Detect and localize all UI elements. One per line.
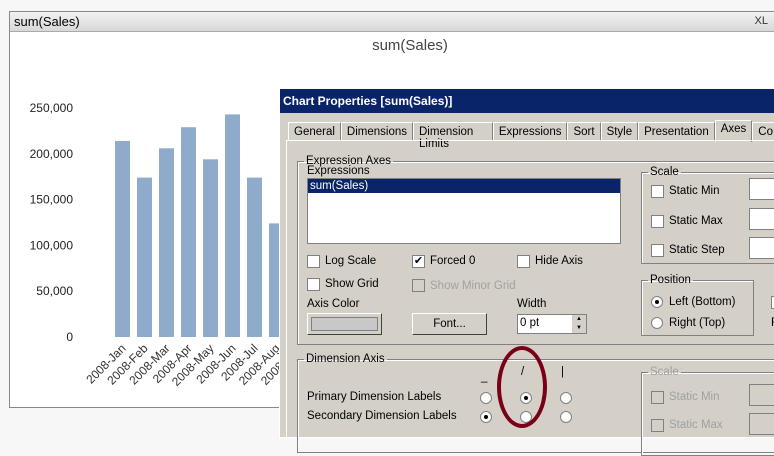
show-grid-checkbox[interactable] bbox=[307, 278, 320, 291]
show-minor-grid-checkbox[interactable] bbox=[412, 279, 425, 292]
static-max-label: Static Max bbox=[669, 215, 723, 227]
static-step-label: Static Step bbox=[669, 244, 725, 256]
expr-scale-legend: Scale bbox=[650, 166, 679, 178]
highlight-annotation-oval bbox=[497, 346, 547, 428]
static-min-label: Static Min bbox=[669, 185, 720, 197]
expression-item[interactable]: sum(Sales) bbox=[308, 179, 620, 193]
secondary-horizontal-radio[interactable] bbox=[480, 411, 492, 423]
log-scale-label: Log Scale bbox=[325, 255, 377, 267]
tab-co[interactable]: Co bbox=[752, 122, 774, 141]
expressions-label: Expressions bbox=[307, 165, 370, 177]
font-button[interactable]: Font... bbox=[412, 313, 487, 335]
y-tick-label: 0 bbox=[66, 330, 73, 344]
bar bbox=[247, 177, 262, 337]
expressions-list[interactable]: sum(Sales) bbox=[307, 178, 621, 244]
width-label: Width bbox=[517, 298, 547, 310]
bar bbox=[203, 159, 218, 337]
static-step-checkbox[interactable] bbox=[651, 244, 664, 257]
y-tick-label: 50,000 bbox=[36, 284, 73, 298]
position-left-radio[interactable] bbox=[651, 296, 663, 308]
tab-general[interactable]: General bbox=[288, 122, 341, 141]
primary-labels-label: Primary Dimension Labels bbox=[307, 391, 442, 403]
y-tick-label: 150,000 bbox=[30, 193, 74, 207]
dim-static-min-label: Static Min bbox=[669, 391, 720, 403]
y-tick-label: 200,000 bbox=[30, 147, 74, 161]
static-min-input[interactable] bbox=[749, 178, 774, 200]
tab-dimensions[interactable]: Dimensions bbox=[340, 122, 413, 141]
dialog-title[interactable]: Chart Properties [sum(Sales)] bbox=[280, 89, 774, 113]
log-scale-checkbox[interactable] bbox=[307, 255, 320, 268]
y-tick-label: 250,000 bbox=[30, 101, 74, 115]
spinner-icon[interactable]: ▲ ▼ bbox=[572, 315, 586, 333]
tab-sort[interactable]: Sort bbox=[567, 122, 601, 141]
width-input[interactable]: 0 pt ▲ ▼ bbox=[517, 314, 587, 334]
bar bbox=[225, 114, 240, 337]
show-grid-label: Show Grid bbox=[325, 278, 379, 290]
axis-color-button[interactable] bbox=[307, 313, 382, 335]
horizontal-label-header: _ bbox=[481, 371, 488, 383]
tab-axes[interactable]: Axes bbox=[714, 120, 753, 142]
bar bbox=[159, 148, 174, 337]
hide-axis-checkbox[interactable] bbox=[517, 255, 530, 268]
y-tick-label: 100,000 bbox=[30, 238, 74, 252]
primary-horizontal-radio[interactable] bbox=[480, 392, 492, 404]
bar bbox=[137, 177, 152, 337]
position-right-radio[interactable] bbox=[651, 317, 663, 329]
position-left-label: Left (Bottom) bbox=[669, 296, 736, 308]
dim-static-min-checkbox[interactable] bbox=[651, 391, 664, 404]
tab-dimension-limits[interactable]: Dimension Limits bbox=[413, 122, 493, 150]
dim-scale-group: Scale bbox=[641, 366, 774, 456]
static-min-checkbox[interactable] bbox=[651, 185, 664, 198]
primary-vertical-radio[interactable] bbox=[560, 392, 572, 404]
dim-static-min-input[interactable] bbox=[749, 384, 774, 406]
bar bbox=[115, 140, 130, 337]
hide-axis-label: Hide Axis bbox=[535, 255, 583, 267]
tab-expressions[interactable]: Expressions bbox=[492, 122, 568, 141]
dim-static-max-label: Static Max bbox=[669, 419, 723, 431]
bar bbox=[181, 127, 196, 338]
tab-style[interactable]: Style bbox=[600, 122, 639, 141]
show-minor-grid-label: Show Minor Grid bbox=[430, 280, 516, 292]
tab-presentation[interactable]: Presentation bbox=[638, 122, 715, 141]
static-max-input[interactable] bbox=[749, 208, 774, 230]
vertical-label-header: | bbox=[561, 366, 564, 378]
dim-static-max-checkbox[interactable] bbox=[651, 419, 664, 432]
forced0-checkbox[interactable]: ✔ bbox=[412, 255, 425, 268]
dim-scale-legend: Scale bbox=[650, 366, 679, 378]
secondary-vertical-radio[interactable] bbox=[560, 411, 572, 423]
tab-bar: General Dimensions Dimension Limits Express… bbox=[288, 120, 774, 150]
dimension-axis-legend: Dimension Axis bbox=[306, 353, 385, 365]
static-max-checkbox[interactable] bbox=[651, 215, 664, 228]
position-legend: Position bbox=[650, 274, 691, 286]
static-step-input[interactable] bbox=[749, 237, 774, 259]
secondary-labels-label: Secondary Dimension Labels bbox=[307, 410, 457, 422]
forced0-label: Forced 0 bbox=[430, 255, 476, 267]
dim-static-max-input[interactable] bbox=[749, 413, 774, 435]
axis-color-label: Axis Color bbox=[307, 298, 360, 310]
position-right-label: Right (Top) bbox=[669, 317, 726, 329]
width-value: 0 pt bbox=[520, 317, 540, 329]
